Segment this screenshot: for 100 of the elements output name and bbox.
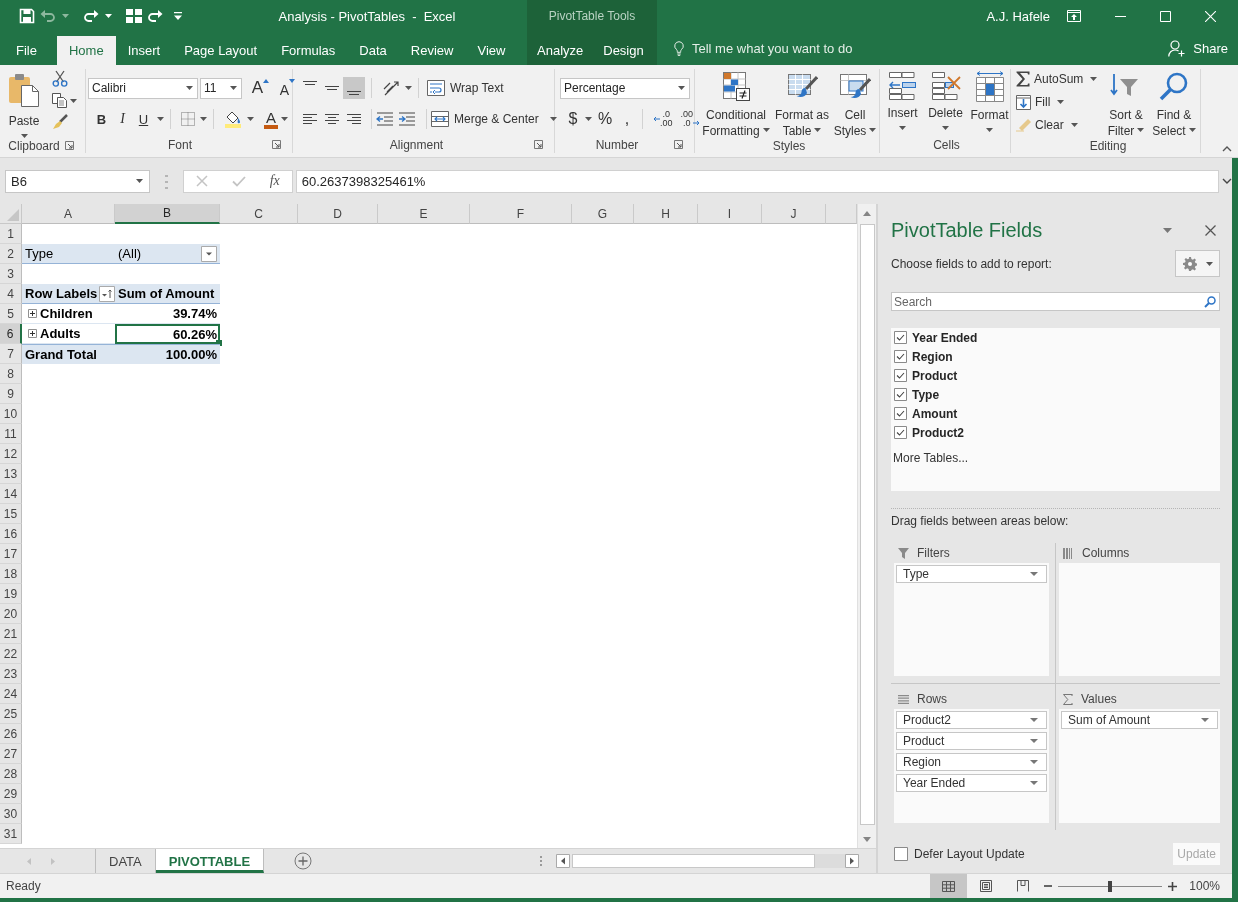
area-field[interactable]: Product2	[896, 711, 1047, 729]
increase-indent-icon[interactable]	[398, 112, 416, 126]
maximize-icon[interactable]	[1160, 10, 1171, 22]
ribbon-tab[interactable]: Analyze	[527, 36, 594, 65]
row-header[interactable]: 31	[0, 824, 22, 844]
zoom-slider-thumb[interactable]	[1108, 880, 1113, 892]
bottom-align-button[interactable]	[343, 77, 365, 99]
row-header[interactable]: 26	[0, 724, 22, 744]
row-header[interactable]: 21	[0, 624, 22, 644]
underline-button[interactable]: U	[133, 108, 154, 130]
paint-bucket-icon[interactable]	[224, 110, 242, 128]
area-field[interactable]: Type	[896, 565, 1047, 583]
format-button[interactable]: Format	[969, 69, 1010, 132]
defer-layout-label[interactable]: Defer Layout Update	[914, 847, 1168, 861]
drop-area[interactable]: Sum of Amount	[1059, 709, 1220, 823]
scroll-left-icon[interactable]	[556, 854, 571, 868]
decrease-indent-icon[interactable]	[376, 112, 394, 126]
field-name[interactable]: Product2	[912, 425, 964, 440]
row-header[interactable]: 7	[0, 344, 22, 364]
tools-button[interactable]	[1175, 250, 1220, 277]
ribbon-tab[interactable]: Insert	[115, 36, 173, 65]
dialog-launcher-icon[interactable]	[674, 140, 683, 149]
scroll-down-icon[interactable]	[863, 837, 871, 842]
drop-area[interactable]: Type	[894, 563, 1049, 676]
row-header[interactable]: 18	[0, 564, 22, 584]
column-header[interactable]: B	[115, 204, 220, 224]
row-header[interactable]: 16	[0, 524, 22, 544]
row-header[interactable]: 24	[0, 684, 22, 704]
scroll-up-icon[interactable]	[863, 211, 871, 216]
checked-checkbox-icon[interactable]	[894, 350, 907, 363]
scroll-thumb[interactable]	[572, 854, 816, 868]
bold-button[interactable]: B	[91, 108, 112, 130]
ribbon-tab[interactable]: File	[4, 36, 49, 65]
collapse-ribbon-icon[interactable]	[1222, 146, 1232, 152]
field-name[interactable]: Region	[912, 349, 953, 364]
row-header[interactable]: 8	[0, 364, 22, 384]
copy-icon[interactable]	[52, 93, 67, 108]
share-button[interactable]: Share	[1168, 40, 1228, 57]
redo-icon[interactable]	[83, 9, 99, 23]
drop-area[interactable]: Product2 Product Region Year Ended	[894, 709, 1049, 823]
zoom-in-icon[interactable]	[1168, 881, 1178, 891]
column-header[interactable]: J	[762, 204, 826, 224]
delete-button[interactable]: Delete	[925, 69, 966, 130]
caret-icon[interactable]	[62, 14, 69, 18]
expand-icon[interactable]	[28, 329, 37, 338]
caret-icon[interactable]	[105, 14, 112, 18]
add-sheet-icon[interactable]	[294, 852, 313, 870]
ribbon-tab[interactable]: Review	[398, 36, 466, 65]
caret-icon[interactable]	[1030, 718, 1038, 722]
font-name-field[interactable]: Calibri	[88, 77, 198, 99]
find-select-button[interactable]: Find & Select	[1149, 69, 1199, 139]
pane-options-icon[interactable]	[1163, 228, 1172, 233]
paste-button[interactable]: Paste	[3, 69, 45, 138]
currency-button[interactable]: $	[564, 108, 582, 130]
fill-button[interactable]: Fill	[1016, 92, 1102, 112]
dialog-launcher-icon[interactable]	[272, 140, 281, 149]
column-header[interactable]: I	[698, 204, 762, 224]
dialog-launcher-icon[interactable]	[534, 140, 543, 149]
sort-filter-button[interactable]: Sort & Filter	[1103, 69, 1149, 139]
column-header[interactable]: H	[634, 204, 698, 224]
row-header[interactable]: 11	[0, 424, 22, 444]
horizontal-scrollbar[interactable]	[556, 853, 860, 869]
expand-icon[interactable]	[28, 309, 37, 318]
row-header[interactable]: 15	[0, 504, 22, 524]
area-field[interactable]: Product	[896, 732, 1047, 750]
column-header[interactable]: D	[298, 204, 378, 224]
scissors-icon[interactable]	[52, 70, 68, 87]
comma-button[interactable]: ,	[618, 108, 636, 130]
row-header[interactable]: 12	[0, 444, 22, 464]
splitter-handle-icon[interactable]	[540, 856, 543, 866]
formula-field[interactable]: 60.2637398325461%	[295, 169, 1219, 193]
caret-icon[interactable]	[1201, 718, 1209, 722]
format-as-table-button[interactable]: Format as Table	[773, 69, 831, 139]
row-header[interactable]: 6	[0, 324, 22, 344]
field-name[interactable]: Year Ended	[912, 330, 978, 345]
area-field[interactable]: Sum of Amount	[1061, 711, 1218, 729]
row-header[interactable]: 30	[0, 804, 22, 824]
checked-checkbox-icon[interactable]	[894, 407, 907, 420]
percent-button[interactable]: %	[596, 108, 614, 130]
caret-icon[interactable]	[1030, 572, 1038, 576]
caret-icon[interactable]	[1030, 781, 1038, 785]
font-color-button[interactable]: A	[264, 109, 278, 129]
font-size-field[interactable]: 11	[200, 77, 242, 99]
grow-font-button[interactable]: A	[250, 77, 271, 99]
row-header[interactable]: 5	[0, 304, 22, 324]
ribbon-tab[interactable]: View	[465, 36, 518, 65]
scroll-thumb[interactable]	[859, 224, 875, 825]
column-header[interactable]: C	[220, 204, 298, 224]
search-field[interactable]: Search	[891, 292, 1220, 311]
checkbox-icon[interactable]	[894, 847, 908, 861]
insert-button[interactable]: Insert	[883, 69, 923, 130]
dropdown-icon[interactable]	[201, 245, 217, 262]
angled-text-icon[interactable]	[382, 80, 400, 96]
increase-decimal-button[interactable]: .0 .00	[651, 108, 675, 130]
area-field[interactable]: Region	[896, 753, 1047, 771]
row-header[interactable]: 1	[0, 224, 22, 244]
sheet-tab[interactable]: PIVOTTABLE	[155, 849, 265, 873]
shrink-font-button[interactable]: A	[277, 77, 298, 99]
splitter-handle-icon[interactable]	[164, 173, 168, 189]
ribbon-tab[interactable]: Data	[347, 36, 399, 65]
